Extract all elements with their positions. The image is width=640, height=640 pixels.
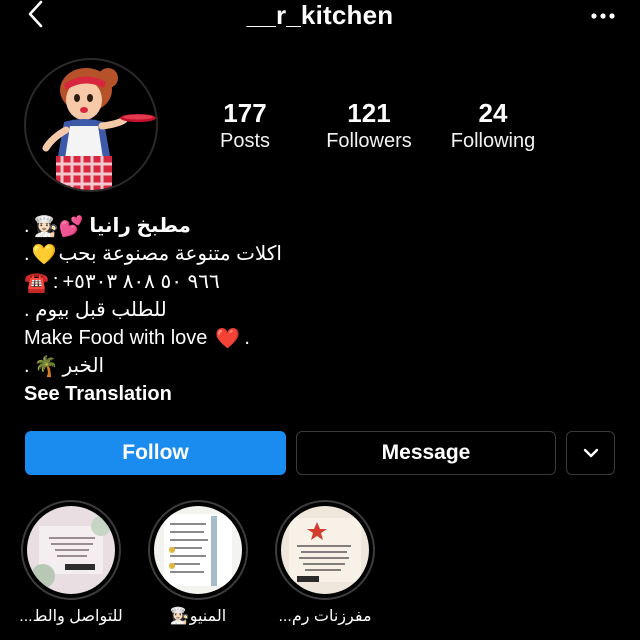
palm-tree-emoji: 🌴 [33,354,59,378]
bio-location-line: . 🌴 الخبر [24,354,105,378]
profile-bio: . 👩🏻‍🍳💕 مطبخ رانيا . 💛 اكلات متنوعة مصنو… [24,212,624,408]
chevron-down-icon [583,448,598,458]
highlight-label: مفرزنات رم... [278,608,372,625]
bio-phone-line: ☎️ : +٩٦٦ ٥٠ ٨٠٨ ٥٣٠٣ [24,268,220,296]
bio-display-name: مطبخ رانيا [89,215,191,237]
followers-label: Followers [326,130,412,152]
chef-woman-illustration [42,68,156,190]
posts-count: 177 [223,98,267,128]
yellow-heart-emoji: 💛 [31,242,57,266]
profile-username: __r_kitchen [246,0,394,30]
more-horizontal-icon [591,13,615,19]
highlight-label: المنيو👩🏻‍🍳 [169,608,227,625]
follow-button-label: Follow [122,441,189,464]
profile-avatar[interactable] [24,58,158,192]
telephone-icon: ☎️ [24,270,49,294]
suggested-accounts-button[interactable] [566,431,615,475]
highlight-label: للتواصل والط... [19,608,123,625]
following-stat[interactable]: 24 Following [423,98,563,154]
posts-label: Posts [219,130,271,152]
bio-order-line: للطلب قبل بيوم . [24,296,624,324]
top-bar: __r_kitchen [0,0,640,36]
message-button[interactable]: Message [296,431,556,475]
red-heart-emoji: ❤️ [215,326,241,350]
highlight-contact[interactable]: للتواصل والط... [19,500,123,630]
more-options-button[interactable] [586,4,620,28]
followers-stat[interactable]: 121 Followers [299,98,439,154]
followers-count: 121 [347,98,391,128]
bio-english-line: Make Food with love ❤️ . [24,326,250,350]
bio-phone-number[interactable]: +٩٦٦ ٥٠ ٨٠٨ ٥٣٠٣ [62,268,219,296]
highlight-cover-menu [154,506,242,594]
posts-stat[interactable]: 177 Posts [175,98,315,154]
bio-english-text: Make Food with love [24,327,208,349]
following-label: Following [450,130,536,152]
highlight-cover-contact [27,506,115,594]
message-button-label: Message [381,441,471,464]
follow-button[interactable]: Follow [25,431,286,475]
bio-order-note: للطلب قبل بيوم . [24,299,167,321]
see-translation-link[interactable]: See Translation [24,380,172,408]
highlight-cover-frozen [281,506,369,594]
bio-name-line: . 👩🏻‍🍳💕 مطبخ رانيا [24,214,191,238]
bio-line-description: . 💛 اكلات متنوعة مصنوعة بحب [24,242,282,266]
highlight-menu[interactable]: المنيو👩🏻‍🍳 [148,500,248,630]
highlight-frozen[interactable]: مفرزنات رم... [275,500,375,630]
chef-heart-emoji: 👩🏻‍🍳💕 [33,214,84,238]
following-count: 24 [478,98,508,128]
see-translation-line: See Translation [24,380,624,408]
bio-location: الخبر [62,355,105,377]
bio-description: اكلات متنوعة مصنوعة بحب [58,243,282,265]
